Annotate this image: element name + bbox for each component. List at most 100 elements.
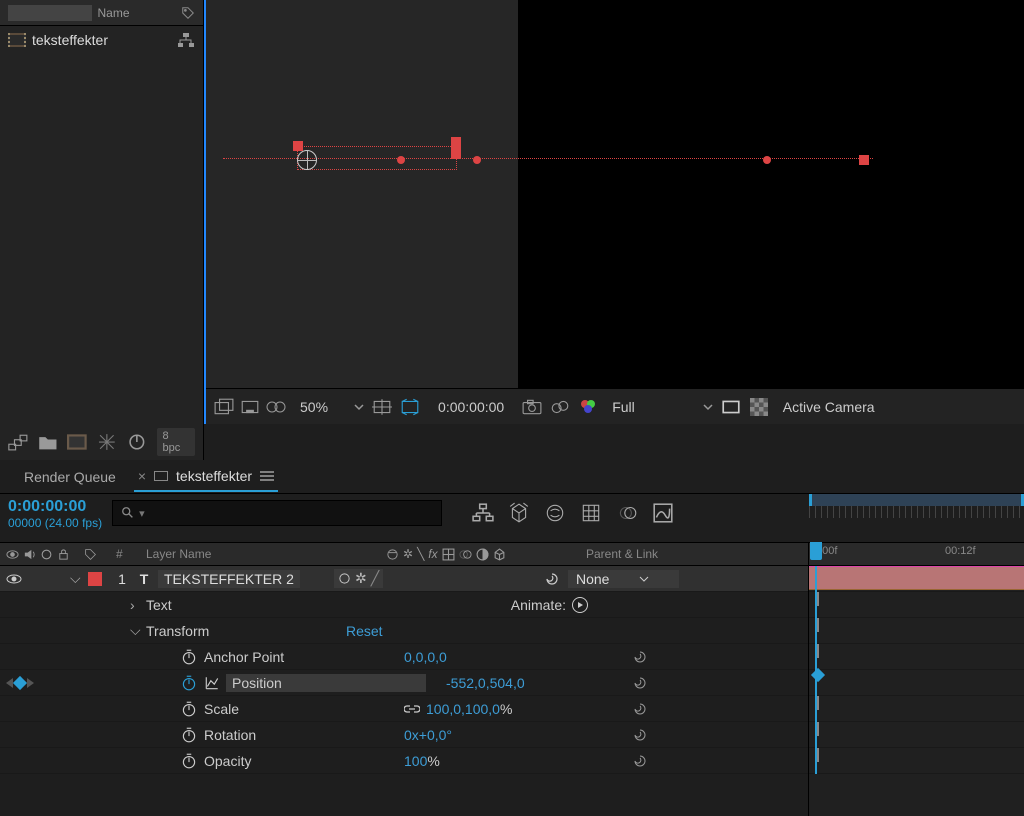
stopwatch-icon[interactable] <box>180 752 198 770</box>
prop-anchor-point[interactable]: Anchor Point 0,0,0,0 <box>0 644 808 670</box>
viewer-timecode[interactable]: 0:00:00:00 <box>428 399 514 415</box>
layer-name[interactable]: TEKSTEFFEKTER 2 <box>158 570 300 588</box>
transparency-toggle-icon[interactable] <box>749 398 769 416</box>
transform-group-label: Transform <box>146 623 346 639</box>
work-area-bar[interactable] <box>809 494 1024 506</box>
resolution-select[interactable]: Full <box>606 399 695 415</box>
prop-scale[interactable]: Scale 100,0,100,0% <box>0 696 808 722</box>
panel-menu-icon[interactable] <box>260 470 274 482</box>
expression-pickwhip-icon[interactable] <box>632 701 648 717</box>
expand-icon[interactable]: › <box>130 597 146 613</box>
visibility-toggle-icon[interactable] <box>6 573 22 585</box>
solo-switch-icon[interactable] <box>40 548 53 561</box>
layer-duration-bar[interactable] <box>809 566 1024 590</box>
anchor-point-marker[interactable] <box>297 150 317 170</box>
zoom-dropdown-icon[interactable] <box>354 402 364 412</box>
layer-color-swatch[interactable] <box>88 572 102 586</box>
index-column: # <box>110 547 140 561</box>
rotation-value[interactable]: 0x+0,0° <box>404 727 452 743</box>
constrain-proportions-icon[interactable] <box>404 704 420 714</box>
animate-menu-icon[interactable] <box>572 597 588 613</box>
power-icon[interactable] <box>127 433 147 451</box>
stopwatch-icon[interactable] <box>180 700 198 718</box>
resolution-dropdown-icon[interactable] <box>703 402 713 412</box>
tag-icon[interactable] <box>181 6 195 20</box>
active-camera-label[interactable]: Active Camera <box>777 399 875 415</box>
mask-visibility-icon[interactable] <box>266 398 286 416</box>
separate-dimensions-icon[interactable] <box>204 675 220 691</box>
animate-label: Animate: <box>511 597 566 613</box>
grid-guides-icon[interactable] <box>400 398 420 416</box>
parent-select[interactable]: None <box>568 570 679 588</box>
collapse-icon[interactable]: ⌵ <box>130 622 146 639</box>
snapshot-icon[interactable] <box>522 398 542 416</box>
new-comp-icon[interactable] <box>67 433 87 451</box>
stopwatch-icon[interactable] <box>180 726 198 744</box>
playhead[interactable] <box>815 566 817 774</box>
shy-layer-icon[interactable] <box>338 572 351 585</box>
add-keyframe-icon[interactable] <box>13 675 27 689</box>
composition-canvas <box>518 0 1024 424</box>
prop-position[interactable]: Position -552,0,504,0 <box>0 670 808 696</box>
bit-depth-badge[interactable]: 8 bpc <box>157 428 196 456</box>
show-snapshot-icon[interactable] <box>550 398 570 416</box>
project-item-comp[interactable]: teksteffekter <box>0 26 203 54</box>
video-switch-icon[interactable] <box>6 548 19 561</box>
expression-pickwhip-icon[interactable] <box>632 727 648 743</box>
position-keyframe[interactable] <box>811 668 825 682</box>
reset-button[interactable]: Reset <box>346 623 383 639</box>
interpret-footage-icon[interactable] <box>8 433 28 451</box>
comp-flowchart-icon[interactable] <box>472 502 494 524</box>
timeline-track-area[interactable]: 1:00f 00:12f <box>808 542 1024 816</box>
prop-rotation[interactable]: Rotation 0x+0,0° <box>0 722 808 748</box>
parent-column: Parent & Link <box>580 547 760 561</box>
expression-pickwhip-icon[interactable] <box>632 675 648 691</box>
tab-close-icon[interactable]: × <box>138 468 146 484</box>
current-time[interactable]: 0:00:00:00 <box>8 498 102 516</box>
position-value[interactable]: -552,0,504,0 <box>446 675 525 691</box>
anchor-point-value[interactable]: 0,0,0,0 <box>404 649 447 665</box>
scale-value[interactable]: 100,0,100,0 <box>426 701 500 717</box>
project-column-header[interactable]: Name <box>0 0 203 26</box>
audio-switch-icon[interactable] <box>23 548 36 561</box>
lock-switch-icon[interactable] <box>57 548 70 561</box>
pickwhip-icon[interactable] <box>544 571 560 587</box>
layer-row[interactable]: ⌵ 1 T TEKSTEFFEKTER 2 ✲ ╱ <box>0 566 808 592</box>
stopwatch-active-icon[interactable] <box>180 674 198 692</box>
shy-icon[interactable] <box>544 502 566 524</box>
always-preview-icon[interactable] <box>214 398 234 416</box>
timeline-search-input[interactable]: ▾ <box>112 500 442 526</box>
composition-viewer[interactable]: 50% 0:00:00:00 Full Active Camera <box>204 0 1024 424</box>
frame-blend-col-icon <box>442 548 455 561</box>
label-icon[interactable] <box>84 548 97 561</box>
prop-text-group[interactable]: › Text Animate: <box>0 592 808 618</box>
roi-icon[interactable] <box>721 398 741 416</box>
project-footer: 8 bpc <box>0 424 204 460</box>
rotation-label: Rotation <box>204 727 404 743</box>
tab-render-queue[interactable]: Render Queue <box>20 463 120 491</box>
prop-transform-group[interactable]: ⌵ Transform Reset <box>0 618 808 644</box>
expression-pickwhip-icon[interactable] <box>632 649 648 665</box>
flowchart-icon[interactable] <box>177 33 195 47</box>
next-keyframe-icon[interactable] <box>27 678 34 688</box>
text-layer-bounds[interactable] <box>223 142 673 180</box>
channel-icon[interactable] <box>578 398 598 416</box>
frame-blend-icon[interactable] <box>580 502 602 524</box>
draft-3d-icon[interactable] <box>508 502 530 524</box>
stopwatch-icon[interactable] <box>180 648 198 666</box>
keyframe-navigator[interactable] <box>6 678 34 688</box>
safe-zones-icon[interactable] <box>372 398 392 416</box>
expand-toggle-icon[interactable]: ⌵ <box>70 570 84 587</box>
tab-composition[interactable]: × teksteffekter <box>134 462 278 492</box>
new-folder-icon[interactable] <box>38 433 58 451</box>
graph-editor-icon[interactable] <box>652 502 674 524</box>
time-ruler[interactable]: 1:00f 00:12f <box>809 542 1024 566</box>
transparency-grid-icon[interactable] <box>240 398 260 416</box>
opacity-value[interactable]: 100 <box>404 753 427 769</box>
layer-column-headers: # Layer Name ✲ ╲ fx Parent & Link <box>0 542 808 566</box>
prop-opacity[interactable]: Opacity 100% <box>0 748 808 774</box>
expression-pickwhip-icon[interactable] <box>632 753 648 769</box>
project-settings-icon[interactable] <box>97 433 117 451</box>
zoom-level[interactable]: 50% <box>294 399 346 415</box>
motion-blur-icon[interactable] <box>616 502 638 524</box>
